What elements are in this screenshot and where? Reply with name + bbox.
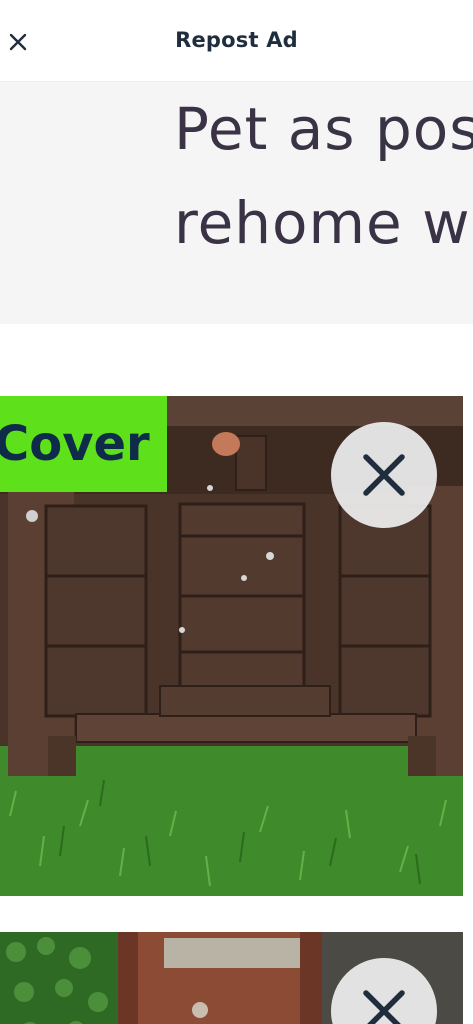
description-line: rehome w bbox=[174, 189, 471, 257]
cover-badge: Cover bbox=[0, 396, 167, 492]
photo-tile-cover[interactable]: Cover bbox=[0, 396, 463, 896]
remove-photo-button[interactable] bbox=[331, 422, 437, 528]
page-title: Repost Ad bbox=[175, 28, 298, 52]
description-line: Pet as pos bbox=[174, 95, 473, 163]
close-icon bbox=[363, 990, 405, 1024]
description-text: Pet as pos rehome w bbox=[174, 82, 473, 270]
cover-badge-label: Cover bbox=[0, 416, 150, 472]
close-icon bbox=[363, 454, 405, 496]
photo-tile[interactable] bbox=[0, 932, 463, 1024]
top-bar: Repost Ad bbox=[0, 0, 473, 82]
description-preview[interactable]: Pet as pos rehome w bbox=[0, 82, 473, 324]
